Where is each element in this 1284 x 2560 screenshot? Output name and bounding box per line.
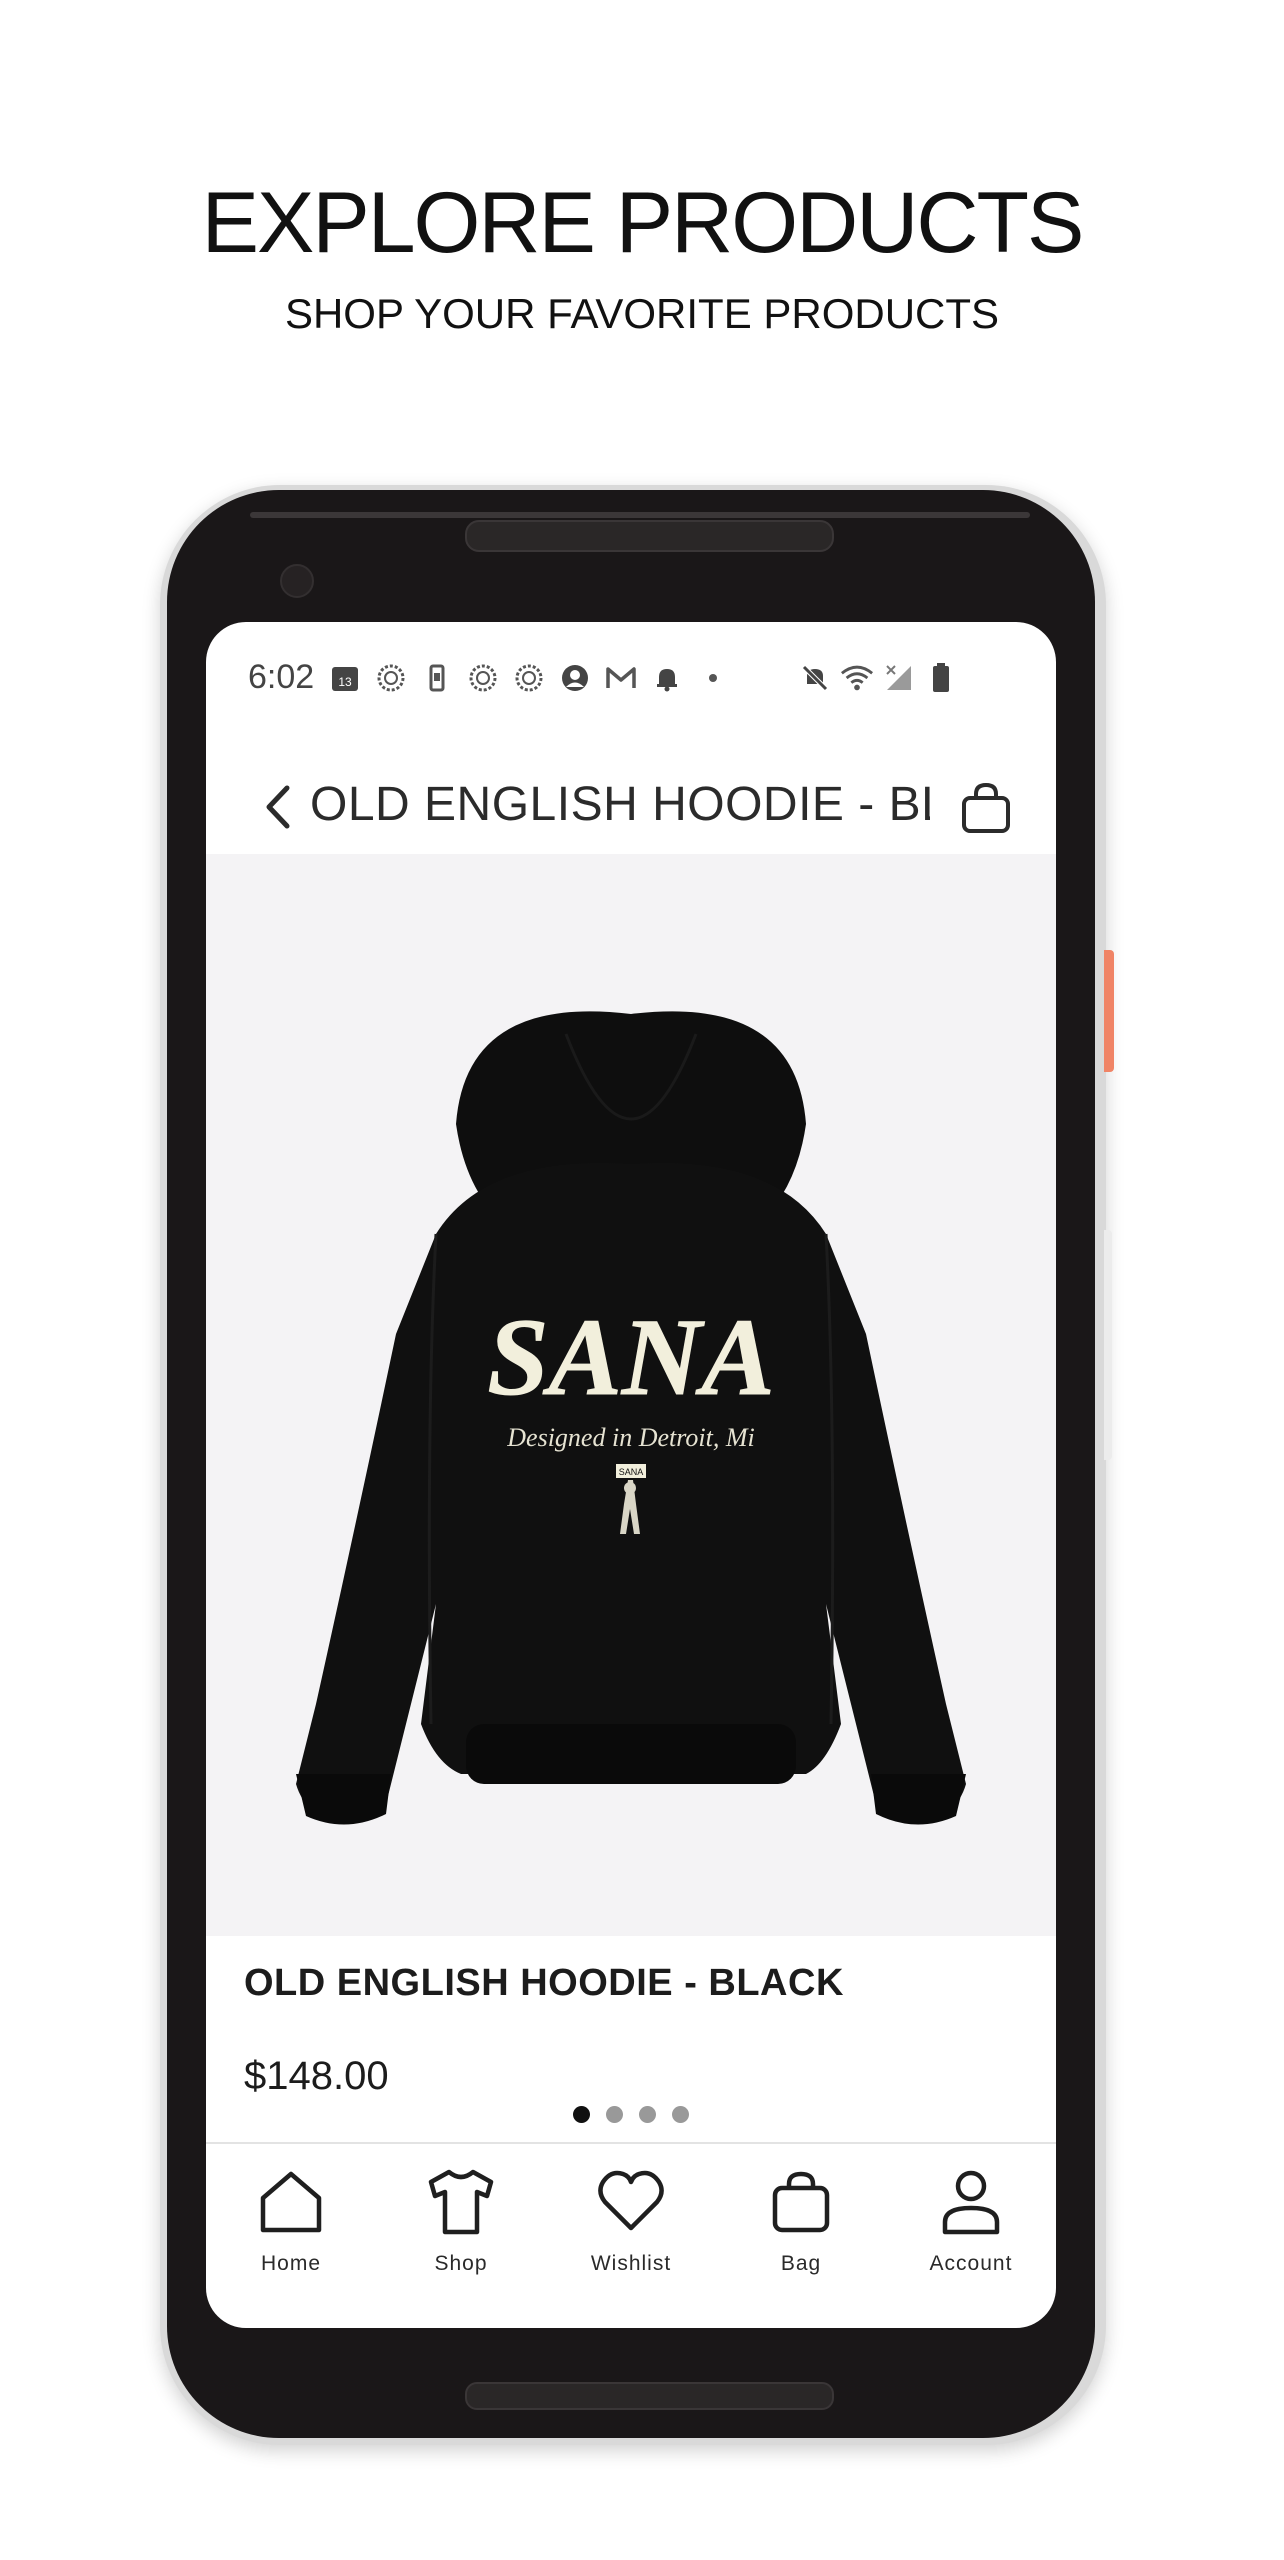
sync-icon (374, 661, 408, 695)
hoodie-tag-print: SANA (619, 1467, 644, 1477)
signal-icon (882, 661, 916, 695)
tab-label: Bag (780, 2252, 822, 2275)
tab-bag[interactable]: Bag (721, 2166, 881, 2328)
tab-account[interactable]: Account (891, 2166, 1051, 2328)
chevron-left-icon[interactable] (258, 778, 298, 836)
heart-icon (595, 2166, 667, 2238)
hoodie-main-print: SANA (487, 1296, 774, 1418)
sync-icon (466, 661, 500, 695)
divider (206, 2142, 1056, 2144)
status-time: 6:02 (248, 658, 315, 696)
battery-icon (924, 661, 958, 695)
system-icons (798, 658, 958, 698)
phone-screen: 6:02 13 OLD ENGLISH HOODIE - B SANA Desi… (206, 622, 1056, 2328)
tab-shop[interactable]: Shop (381, 2166, 541, 2328)
tshirt-icon (425, 2166, 497, 2238)
power-button (1104, 950, 1114, 1072)
bottom-speaker (465, 2382, 834, 2410)
shopping-bag-icon[interactable] (958, 780, 1014, 836)
home-icon (255, 2166, 327, 2238)
notification-icons: 13 (328, 658, 730, 698)
top-app-bar: OLD ENGLISH HOODIE - BLA... (206, 742, 1056, 872)
carousel-dot[interactable] (606, 2106, 623, 2123)
carousel-dot-active[interactable] (573, 2106, 590, 2123)
shopping-bag-icon (765, 2166, 837, 2238)
tab-label: Account (929, 2252, 1013, 2275)
calendar-icon: 13 (328, 661, 362, 695)
wifi-icon (840, 661, 874, 695)
product-price: $148.00 (244, 2054, 389, 2098)
phone-icon (420, 661, 454, 695)
dot-icon (696, 661, 730, 695)
product-image: SANA Designed in Detroit, Mi SANA (266, 1004, 996, 1844)
bottom-tab-bar: Home Shop Wishlist Bag Account (206, 2166, 1056, 2328)
carousel-indicator (206, 2106, 1056, 2126)
phone-top-edge (250, 512, 1030, 518)
page-title: OLD ENGLISH HOODIE - BLA... (310, 778, 930, 831)
promo-title: EXPLORE PRODUCTS (201, 175, 1085, 271)
tab-home[interactable]: Home (211, 2166, 371, 2328)
tab-label: Wishlist (590, 2252, 672, 2275)
earpiece-speaker (465, 520, 834, 552)
volume-button (1104, 1230, 1112, 1460)
user-icon (935, 2166, 1007, 2238)
carousel-dot[interactable] (672, 2106, 689, 2123)
bell-icon (650, 661, 684, 695)
sync-icon (512, 661, 546, 695)
tab-label: Home (260, 2252, 322, 2275)
tab-wishlist[interactable]: Wishlist (551, 2166, 711, 2328)
status-bar: 6:02 13 (206, 622, 1056, 742)
mute-icon (798, 661, 832, 695)
front-camera (280, 564, 314, 598)
carousel-dot[interactable] (639, 2106, 656, 2123)
product-image-carousel[interactable]: SANA Designed in Detroit, Mi SANA (206, 854, 1056, 2123)
tab-label: Shop (434, 2252, 488, 2275)
hoodie-script-print: Designed in Detroit, Mi (506, 1423, 754, 1452)
calendar-day: 13 (338, 675, 352, 689)
promo-subtitle: SHOP YOUR FAVORITE PRODUCTS (284, 290, 1000, 337)
account-circle-icon (558, 661, 592, 695)
product-name: OLD ENGLISH HOODIE - BLACK (244, 1962, 844, 2004)
gmail-icon (604, 661, 638, 695)
